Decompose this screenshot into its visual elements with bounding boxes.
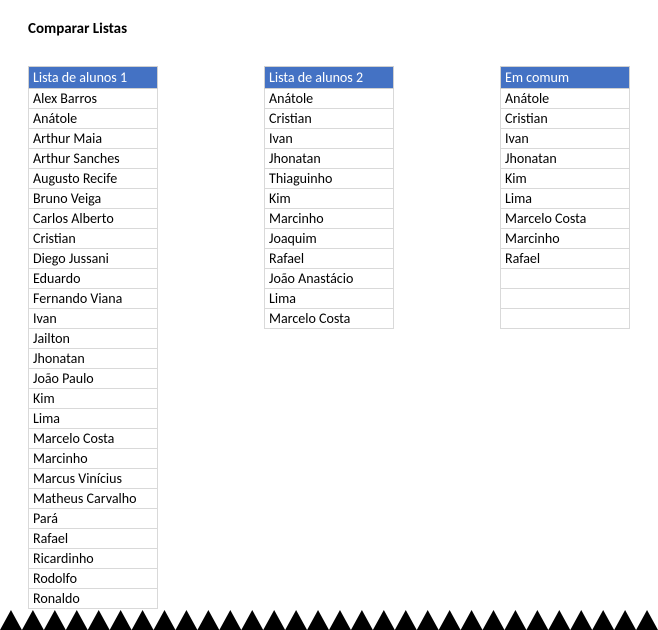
list-item: Marcelo Costa	[264, 309, 394, 329]
list-item: Rafael	[264, 249, 394, 269]
list-item: Jailton	[28, 329, 158, 349]
list-item: Kim	[264, 189, 394, 209]
list-item: Lima	[500, 189, 630, 209]
list-item: Cristian	[264, 109, 394, 129]
page-title: Comparar Listas	[28, 20, 658, 38]
list-item: Kim	[28, 389, 158, 409]
list-item: Anátole	[28, 109, 158, 129]
list-item: Ivan	[28, 309, 158, 329]
list-item: Bruno Veiga	[28, 189, 158, 209]
list-item: Ronaldo	[28, 589, 158, 609]
list-item: Jhonatan	[264, 149, 394, 169]
list-item: Arthur Maia	[28, 129, 158, 149]
list-item: Carlos Alberto	[28, 209, 158, 229]
list-item: João Paulo	[28, 369, 158, 389]
list-item: Rafael	[500, 249, 630, 269]
list-item: Fernando Viana	[28, 289, 158, 309]
torn-edge-decoration	[0, 608, 658, 630]
list-item: Marcelo Costa	[500, 209, 630, 229]
list-item: Cristian	[500, 109, 630, 129]
list-item: Anátole	[500, 89, 630, 109]
list-item: Matheus Carvalho	[28, 489, 158, 509]
lists-container: Lista de alunos 1Alex BarrosAnátoleArthu…	[28, 66, 658, 609]
list-item: Jhonatan	[500, 149, 630, 169]
column-0: Lista de alunos 1Alex BarrosAnátoleArthu…	[28, 66, 158, 609]
list-item: Rodolfo	[28, 569, 158, 589]
column-header: Lista de alunos 1	[28, 66, 158, 89]
column-2: Em comumAnátoleCristianIvanJhonatanKimLi…	[500, 66, 630, 329]
list-item: Marcelo Costa	[28, 429, 158, 449]
list-item: Joaquim	[264, 229, 394, 249]
list-item-empty	[500, 309, 630, 329]
list-item: Ivan	[264, 129, 394, 149]
list-item: Anátole	[264, 89, 394, 109]
list-item: Lima	[28, 409, 158, 429]
list-item: Jhonatan	[28, 349, 158, 369]
list-item: Ivan	[500, 129, 630, 149]
list-item: Lima	[264, 289, 394, 309]
column-header: Em comum	[500, 66, 630, 89]
list-item: Arthur Sanches	[28, 149, 158, 169]
list-item: Marcinho	[500, 229, 630, 249]
list-item: Thiaguinho	[264, 169, 394, 189]
list-item-empty	[500, 289, 630, 309]
list-item: Rafael	[28, 529, 158, 549]
list-item: João Anastácio	[264, 269, 394, 289]
column-header: Lista de alunos 2	[264, 66, 394, 89]
list-item: Kim	[500, 169, 630, 189]
list-item: Marcinho	[264, 209, 394, 229]
list-item: Cristian	[28, 229, 158, 249]
list-item: Eduardo	[28, 269, 158, 289]
list-item: Alex Barros	[28, 89, 158, 109]
list-item: Marcus Vinícius	[28, 469, 158, 489]
page-content: Comparar Listas Lista de alunos 1Alex Ba…	[0, 0, 658, 609]
list-item: Augusto Recife	[28, 169, 158, 189]
list-item-empty	[500, 269, 630, 289]
list-item: Marcinho	[28, 449, 158, 469]
list-item: Pará	[28, 509, 158, 529]
list-item: Diego Jussani	[28, 249, 158, 269]
list-item: Ricardinho	[28, 549, 158, 569]
column-1: Lista de alunos 2AnátoleCristianIvanJhon…	[264, 66, 394, 329]
